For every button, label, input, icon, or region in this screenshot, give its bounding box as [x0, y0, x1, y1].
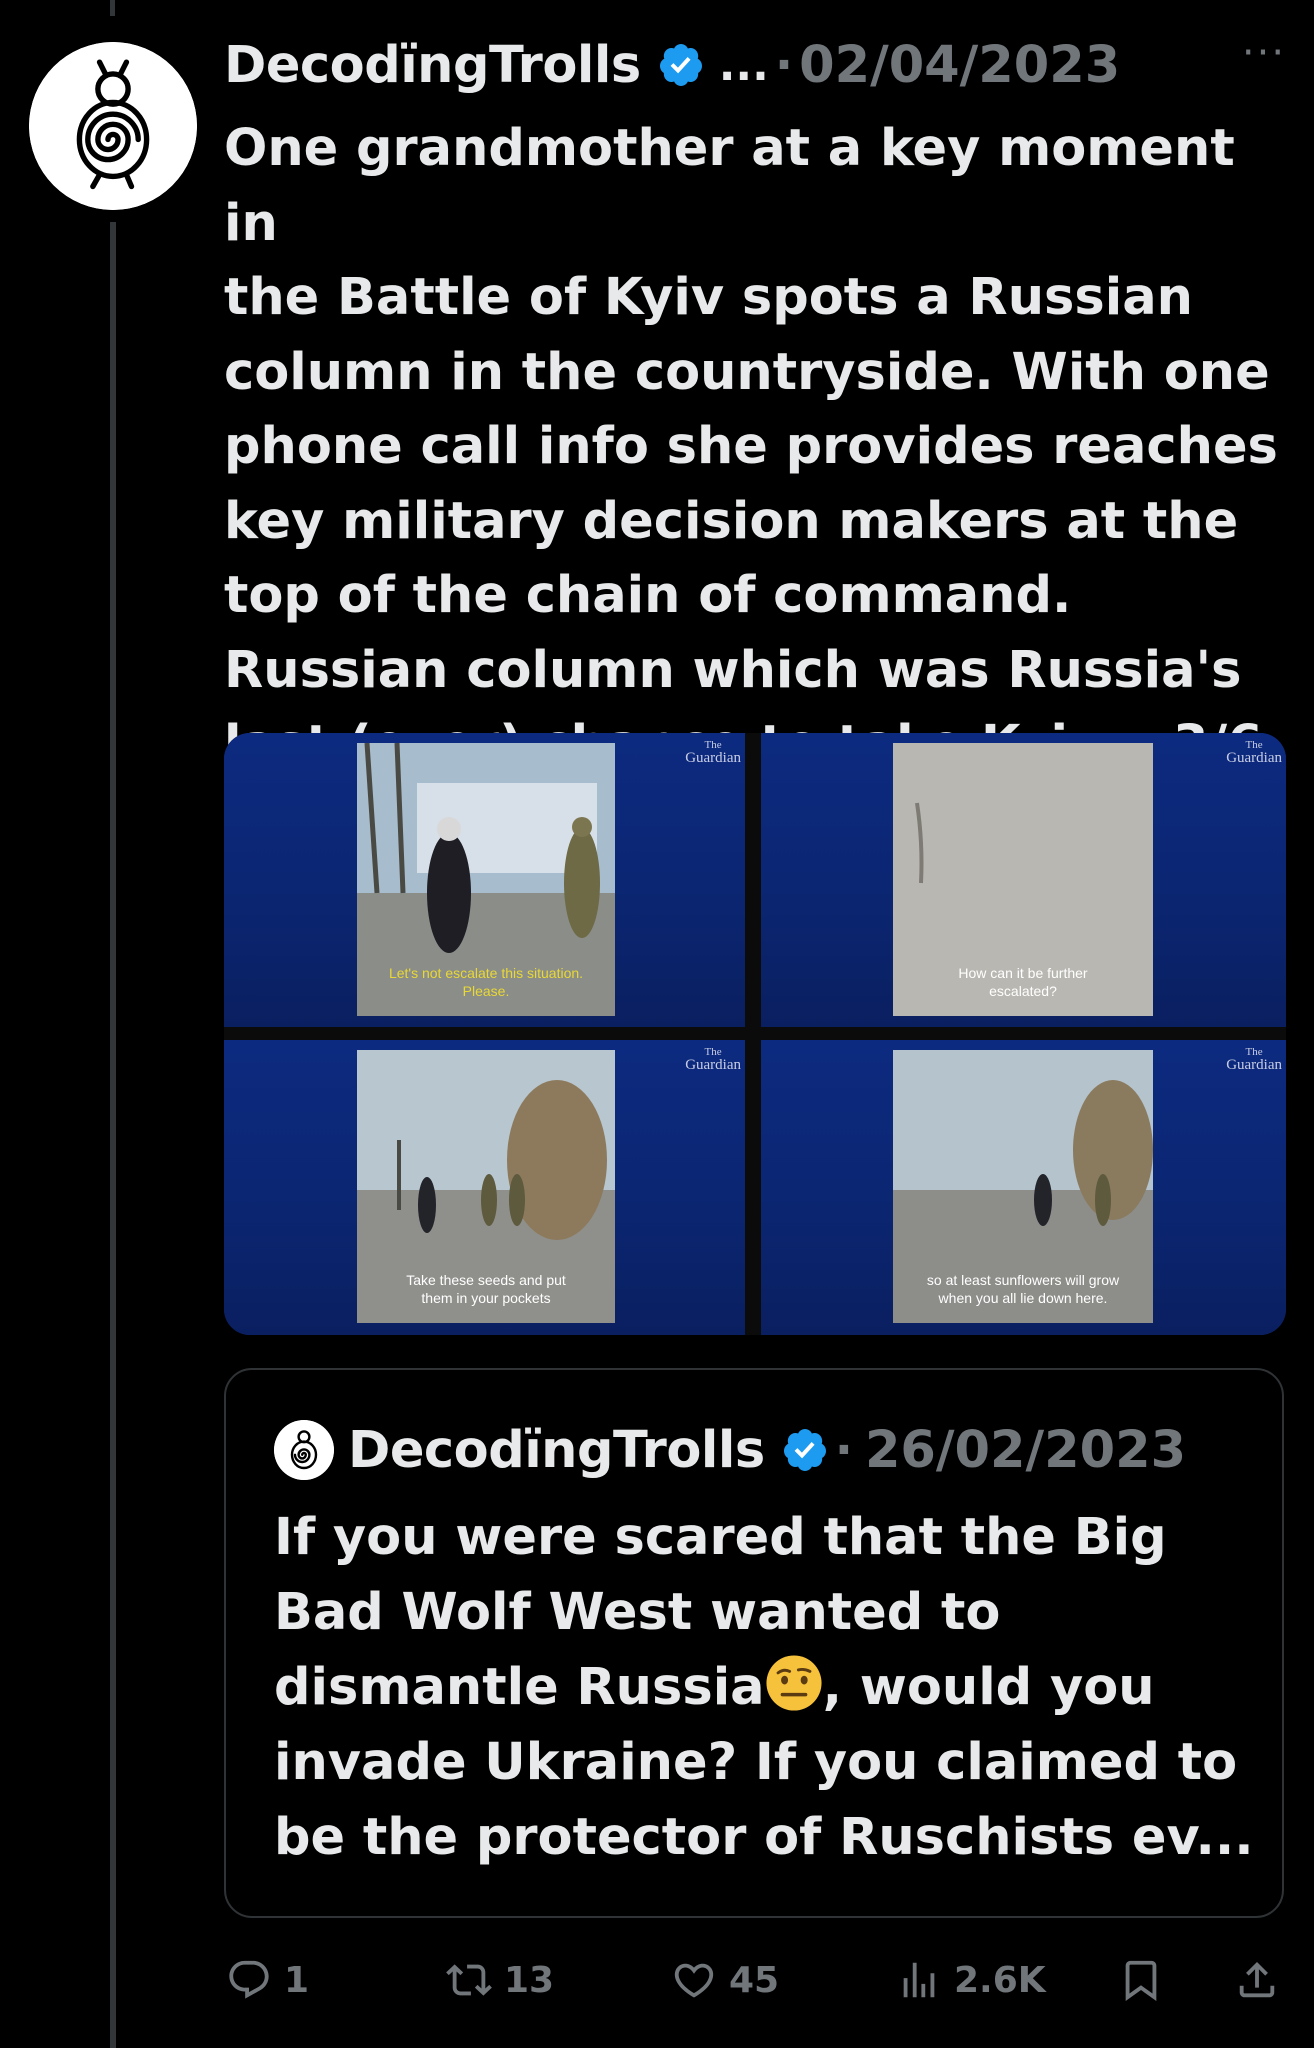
video-frame-image: so at least sunflowers will grow when yo… — [893, 1050, 1153, 1323]
tweet-header: DecodïngTrolls ... · 02/04/2023 ··· — [224, 30, 1294, 100]
quoted-tweet-header: DecodïngTrolls · 26/02/2023 — [274, 1418, 1186, 1482]
reply-icon — [229, 1960, 269, 1999]
retweet-button[interactable]: 13 — [446, 1950, 554, 2010]
retweet-icon — [446, 1964, 492, 1996]
like-button[interactable]: 45 — [671, 1950, 779, 2010]
heart-icon — [674, 1963, 714, 1998]
video-frame-image: How can it be further escalated? — [893, 743, 1153, 1016]
video-caption: Take these seeds and put them in your po… — [406, 1272, 566, 1306]
video-caption: so at least sunflowers will grow when yo… — [926, 1272, 1120, 1306]
tweet-date[interactable]: 02/04/2023 — [799, 36, 1120, 95]
bookmark-icon — [1125, 1960, 1157, 2001]
media-tile[interactable]: Let's not escalate this situation. Pleas… — [224, 733, 745, 1027]
more-options-icon[interactable]: ··· — [1234, 33, 1294, 78]
author-name[interactable]: DecodïngTrolls — [224, 36, 641, 95]
guardian-watermark: The Guardian — [1226, 1046, 1282, 1073]
video-caption: Let's not escalate this situation. Pleas… — [388, 965, 584, 999]
spiral-logo-icon — [29, 42, 197, 210]
views-count: 2.6K — [954, 1959, 1046, 2001]
quoted-tweet-date: 26/02/2023 — [864, 1420, 1187, 1480]
views-chart-icon — [903, 1962, 935, 1998]
verified-badge-icon — [781, 1426, 829, 1474]
reply-button[interactable]: 1 — [226, 1950, 309, 2010]
separator-dot: · — [834, 1422, 853, 1478]
face-with-raised-eyebrow-icon — [765, 1654, 823, 1712]
guardian-watermark: The Guardian — [685, 739, 741, 766]
bookmark-button[interactable] — [1118, 1950, 1164, 2010]
author-handle[interactable]: ... — [719, 40, 769, 91]
video-frame-image: Let's not escalate this situation. Pleas… — [357, 743, 615, 1016]
separator-dot: · — [774, 37, 794, 93]
spiral-logo-icon — [274, 1420, 334, 1480]
share-icon — [1239, 1961, 1275, 1998]
quoted-avatar — [274, 1420, 334, 1480]
tweet-text: One grandmother at a key moment in the B… — [224, 119, 1278, 774]
guardian-watermark: The Guardian — [1226, 739, 1282, 766]
quoted-tweet[interactable]: DecodïngTrolls · 26/02/2023 If you were … — [224, 1368, 1284, 1918]
tweet-actions: 1 13 45 2.6K — [224, 1950, 1304, 2010]
avatar[interactable] — [29, 42, 197, 210]
media-tile[interactable]: Take these seeds and put them in your po… — [224, 1040, 745, 1335]
video-caption: How can it be further escalated? — [958, 965, 1088, 999]
reply-count: 1 — [284, 1959, 310, 2001]
retweet-count: 13 — [504, 1959, 555, 2001]
views-button[interactable]: 2.6K — [896, 1950, 1046, 2010]
share-button[interactable] — [1234, 1950, 1280, 2010]
quoted-tweet-text: If you were scared that the Big Bad Wolf… — [274, 1500, 1274, 1875]
quoted-author-name: DecodïngTrolls — [348, 1420, 765, 1480]
thread-line-top — [110, 0, 115, 16]
media-tile[interactable]: How can it be further escalated? The Guar… — [761, 733, 1286, 1027]
video-frame-image: Take these seeds and put them in your po… — [357, 1050, 615, 1323]
guardian-watermark: The Guardian — [685, 1046, 741, 1073]
thread-line — [110, 222, 116, 2048]
like-count: 45 — [729, 1959, 780, 2001]
media-tile[interactable]: so at least sunflowers will grow when yo… — [761, 1040, 1286, 1335]
verified-badge-icon — [657, 41, 705, 89]
media-grid[interactable]: Let's not escalate this situation. Pleas… — [224, 733, 1286, 1335]
